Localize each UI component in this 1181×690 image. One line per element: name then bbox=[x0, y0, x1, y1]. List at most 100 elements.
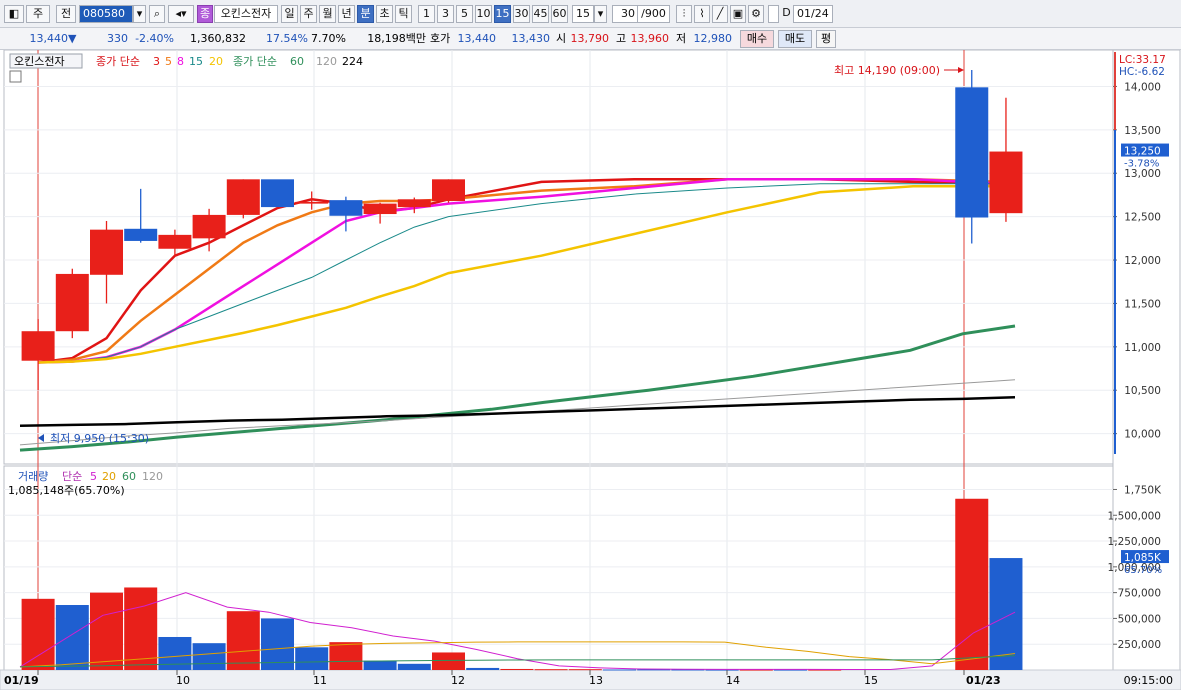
volume-legend-period: 20 bbox=[102, 470, 116, 483]
price-tick-label: 12,500 bbox=[1124, 212, 1161, 224]
low-price: 12,980 bbox=[693, 32, 733, 45]
date-prefix: D bbox=[782, 6, 791, 19]
candle-body bbox=[432, 179, 465, 202]
time-tick-label: 12 bbox=[451, 674, 465, 687]
candle-body bbox=[124, 228, 158, 241]
time-tick-label: 13 bbox=[589, 674, 603, 687]
save-icon[interactable]: ▣ bbox=[730, 5, 746, 23]
count-max: /900 bbox=[638, 5, 670, 23]
legend-ma-period: 60 bbox=[290, 55, 304, 68]
interval-45[interactable]: 45 bbox=[532, 5, 549, 23]
legend-grid-icon bbox=[9, 70, 22, 83]
time-tick-label: 10 bbox=[176, 674, 190, 687]
speaker-icon[interactable]: ◂▾ bbox=[168, 5, 194, 23]
period-day[interactable]: 일 bbox=[281, 5, 298, 23]
time-tick-label: 15 bbox=[864, 674, 878, 687]
count-input[interactable]: 30 bbox=[612, 5, 638, 23]
candle-body bbox=[397, 199, 431, 208]
mode-select[interactable]: 주 bbox=[26, 5, 50, 23]
interval-15[interactable]: 15 bbox=[494, 5, 511, 23]
price-tick-label: 10,500 bbox=[1124, 385, 1161, 397]
legend-ma-period: 8 bbox=[177, 55, 184, 68]
prev-button[interactable]: 전 bbox=[56, 5, 76, 23]
volume-legend-period: 60 bbox=[122, 470, 136, 483]
period-year[interactable]: 년 bbox=[338, 5, 355, 23]
price-tick-label: 13,000 bbox=[1124, 168, 1161, 180]
date-checkbox[interactable] bbox=[768, 5, 779, 23]
indicator-icon[interactable]: ⌇ bbox=[694, 5, 710, 23]
price-info-bar: 13,440 ▼ 330 -2.40% 1,360,832 17.54% 7.7… bbox=[0, 28, 1181, 50]
candle-body bbox=[90, 229, 123, 275]
candle-body bbox=[363, 203, 397, 215]
period-month[interactable]: 월 bbox=[319, 5, 336, 23]
interval-3[interactable]: 3 bbox=[437, 5, 454, 23]
current-time-label: 09:15:00 bbox=[1124, 674, 1173, 687]
lc-label: LC:33.17 bbox=[1119, 54, 1166, 66]
open-price: 13,790 bbox=[570, 32, 610, 45]
low-annotation: 최저 9,950 (15:30) bbox=[50, 432, 149, 445]
candle-body bbox=[989, 151, 1023, 214]
price-tick-label: 11,000 bbox=[1124, 342, 1161, 354]
down-arrow-icon: ▼ bbox=[68, 32, 77, 45]
trade-amount: 18,198백만 bbox=[367, 32, 426, 45]
volume-bar bbox=[158, 636, 192, 670]
legend-ma-period: 3 bbox=[153, 55, 160, 68]
volume-bar bbox=[55, 605, 89, 670]
volume-bar bbox=[955, 498, 989, 670]
candle-body bbox=[329, 200, 363, 216]
period-week[interactable]: 주 bbox=[300, 5, 317, 23]
draw-tool-icon[interactable]: ╱ bbox=[712, 5, 728, 23]
high-annotation: 최고 14,190 (09:00) bbox=[834, 64, 940, 77]
change-percent: -2.40% bbox=[135, 32, 174, 45]
volume-bar bbox=[432, 652, 465, 670]
interval-1[interactable]: 1 bbox=[418, 5, 435, 23]
volume-tick-label: 250,000 bbox=[1118, 639, 1161, 651]
time-tick-label: 01/19 bbox=[4, 674, 39, 687]
candle-body bbox=[21, 331, 55, 361]
buy-button[interactable]: 매수 bbox=[740, 30, 774, 48]
settings-gear-icon[interactable]: ⚙ bbox=[748, 5, 764, 23]
volume-tick-label: 500,000 bbox=[1118, 613, 1161, 625]
price-tick-label: 12,000 bbox=[1124, 255, 1161, 267]
stock-code-input[interactable]: 080580 bbox=[79, 5, 133, 23]
candle-body bbox=[261, 179, 294, 208]
volume-bar bbox=[90, 592, 123, 670]
candle-style-icon[interactable]: ⫶ bbox=[676, 5, 692, 23]
period-minute[interactable]: 분 bbox=[357, 5, 374, 23]
volume-value-label: 1,085,148주(65.70%) bbox=[8, 484, 125, 497]
stock-type-badge: 종 bbox=[197, 5, 213, 23]
interval-10[interactable]: 10 bbox=[475, 5, 492, 23]
last-volume-label: 1,085K bbox=[1124, 552, 1162, 564]
interval-dropdown-icon[interactable]: ▾ bbox=[594, 5, 607, 23]
interval-input[interactable]: 15 bbox=[572, 5, 594, 23]
last-volume-pct: 65.70% bbox=[1124, 565, 1162, 576]
chart-type-icon[interactable]: ◧ bbox=[4, 5, 24, 23]
code-dropdown-icon[interactable]: ▾ bbox=[133, 5, 146, 23]
period-second[interactable]: 초 bbox=[376, 5, 393, 23]
open-label: 시 bbox=[556, 32, 567, 45]
average-button[interactable]: 평 bbox=[816, 30, 836, 48]
period-tick[interactable]: 틱 bbox=[395, 5, 412, 23]
interval-30[interactable]: 30 bbox=[513, 5, 530, 23]
stock-chart[interactable]: 14,000 13,500 13,000 12,500 12,000 11,500 11,0… bbox=[0, 50, 1181, 690]
volume-tick-label: 750,000 bbox=[1118, 588, 1161, 600]
low-label: 저 bbox=[676, 32, 687, 45]
high-label: 고 bbox=[616, 32, 627, 45]
date-input[interactable]: 01/24 bbox=[793, 5, 833, 23]
volume-bar bbox=[397, 663, 431, 670]
ask-price: 13,440 bbox=[457, 32, 497, 45]
volume-bar bbox=[192, 643, 226, 670]
volume-legend-period: 5 bbox=[90, 470, 97, 483]
legend-stock-name: 오킨스전자 bbox=[14, 55, 65, 68]
sell-button[interactable]: 매도 bbox=[778, 30, 812, 48]
candle-body bbox=[192, 214, 226, 239]
hc-label: HC:-6.62 bbox=[1119, 66, 1165, 78]
last-pct-label: -3.78% bbox=[1124, 159, 1159, 170]
volume-bar bbox=[500, 668, 534, 670]
volume-legend-period: 120 bbox=[142, 470, 163, 483]
price-tick-label: 10,000 bbox=[1124, 429, 1161, 441]
interval-60[interactable]: 60 bbox=[551, 5, 568, 23]
search-icon[interactable]: ⌕ bbox=[149, 5, 165, 23]
interval-5[interactable]: 5 bbox=[456, 5, 473, 23]
volume: 1,360,832 bbox=[190, 32, 246, 45]
